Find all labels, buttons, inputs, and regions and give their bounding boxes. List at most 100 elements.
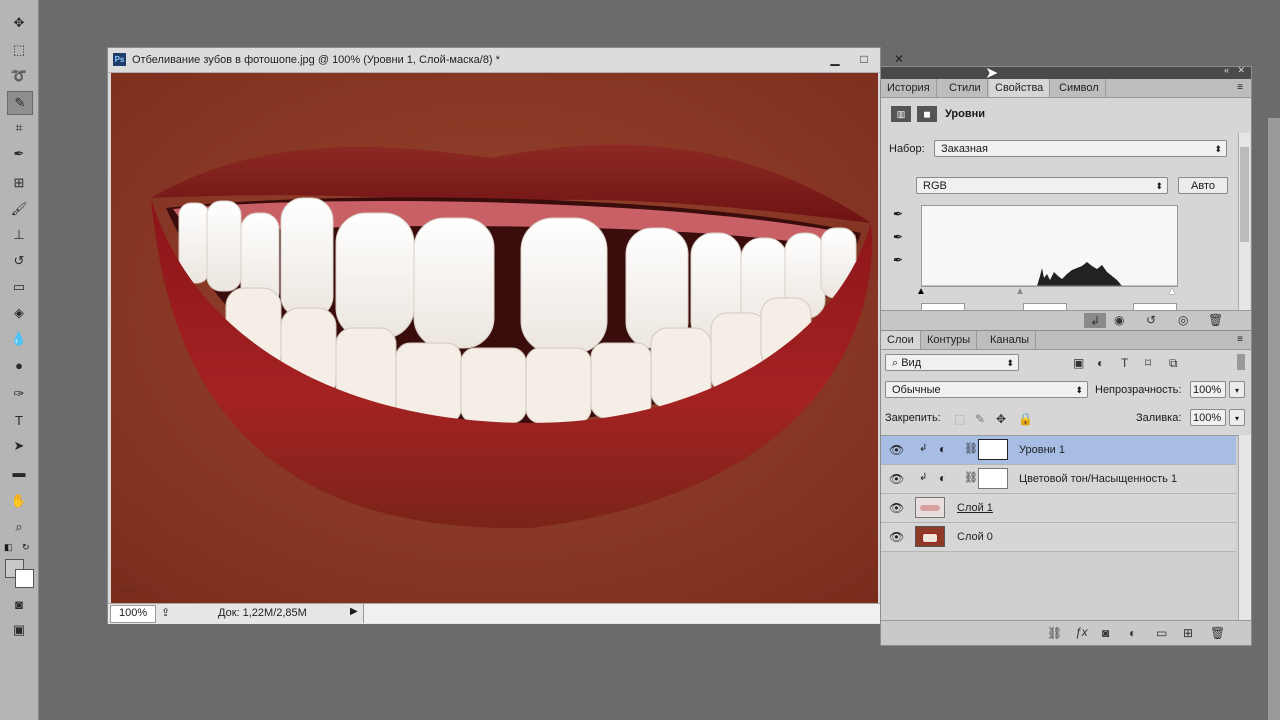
- document-title-bar[interactable]: Ps Отбеливание зубов в фотошопе.jpg @ 10…: [108, 48, 904, 73]
- link-layers-icon[interactable]: ⛓: [1047, 626, 1062, 640]
- clone-stamp-tool-icon[interactable]: ⊥: [7, 224, 31, 246]
- panel-menu-icon[interactable]: ≡: [1237, 334, 1243, 345]
- layer-mask-thumbnail[interactable]: [978, 468, 1008, 489]
- fx-icon[interactable]: ƒx: [1075, 625, 1088, 639]
- blend-mode-dropdown[interactable]: Обычные ⬍: [885, 381, 1088, 398]
- lock-position-icon[interactable]: ✥: [996, 412, 1006, 426]
- clip-to-layer-icon[interactable]: ↲: [1084, 313, 1106, 328]
- trash-icon[interactable]: 🗑: [1208, 313, 1223, 327]
- quick-selection-tool-icon[interactable]: ✎: [7, 91, 33, 115]
- filter-type-icon[interactable]: T: [1121, 356, 1128, 370]
- marquee-tool-icon[interactable]: ⬚: [7, 39, 31, 61]
- brush-tool-icon[interactable]: 🖌: [7, 198, 31, 220]
- fill-field[interactable]: 100%: [1190, 409, 1226, 426]
- visibility-eye-icon[interactable]: 👁: [889, 501, 904, 515]
- scrollbar-thumb[interactable]: [1240, 147, 1249, 242]
- properties-scrollbar[interactable]: [1238, 133, 1250, 310]
- opacity-field[interactable]: 100%: [1190, 381, 1226, 398]
- auto-button[interactable]: Авто: [1178, 177, 1228, 194]
- midtone-slider-icon[interactable]: ▲: [1015, 286, 1025, 297]
- status-menu-arrow-icon[interactable]: ▶: [350, 606, 358, 617]
- rectangle-tool-icon[interactable]: ▬: [7, 461, 31, 483]
- swap-colors-icon[interactable]: ↻: [22, 542, 30, 553]
- zoom-field[interactable]: 100%: [110, 605, 156, 623]
- type-tool-icon[interactable]: T: [7, 409, 31, 431]
- layer-row-hue-saturation[interactable]: 👁 ↲ ◐ ⛓ Цветовой тон/Насыщенность 1: [881, 465, 1236, 494]
- tab-layers[interactable]: Слои: [881, 331, 921, 349]
- filter-adjustment-icon[interactable]: ◐: [1097, 356, 1104, 370]
- eyedropper-tool-icon[interactable]: ✒: [7, 143, 31, 165]
- gray-eyedropper-icon[interactable]: ✒: [893, 230, 903, 244]
- tab-channels[interactable]: Каналы: [984, 331, 1037, 349]
- image-canvas[interactable]: cps: [111, 73, 878, 603]
- filter-toggle[interactable]: [1237, 354, 1245, 370]
- default-colors-icon[interactable]: ◧: [4, 542, 13, 553]
- layer-row-levels[interactable]: 👁 ↲ ◐ ⛓ Уровни 1: [881, 436, 1236, 465]
- hand-tool-icon[interactable]: ✋: [7, 490, 31, 512]
- eraser-tool-icon[interactable]: ▭: [7, 276, 31, 298]
- paint-bucket-tool-icon[interactable]: ◈: [7, 302, 31, 324]
- new-group-icon[interactable]: ▭: [1156, 626, 1167, 640]
- preset-dropdown[interactable]: Заказная ⬍: [934, 140, 1227, 157]
- pen-tool-icon[interactable]: ✑: [7, 383, 31, 405]
- filter-shape-icon[interactable]: ⌑: [1145, 356, 1151, 370]
- screen-mode-icon[interactable]: ▣: [7, 619, 31, 641]
- collapse-icon[interactable]: «: [1224, 65, 1229, 75]
- path-selection-tool-icon[interactable]: ➤: [7, 435, 31, 457]
- opacity-chevron-icon[interactable]: ▾: [1229, 381, 1245, 398]
- background-color-swatch[interactable]: [15, 569, 34, 588]
- panel-menu-icon[interactable]: ≡: [1237, 82, 1243, 93]
- visibility-eye-icon[interactable]: 👁: [889, 472, 904, 486]
- delete-layer-icon[interactable]: 🗑: [1210, 626, 1225, 640]
- zoom-tool-icon[interactable]: ⌕: [7, 516, 31, 538]
- view-previous-icon[interactable]: ◉: [1114, 313, 1124, 327]
- healing-brush-tool-icon[interactable]: ⊞: [7, 172, 31, 194]
- visibility-icon[interactable]: ◎: [1178, 313, 1188, 327]
- add-mask-icon[interactable]: ◙: [1102, 626, 1109, 640]
- filter-pixel-icon[interactable]: ▣: [1073, 356, 1084, 370]
- visibility-eye-icon[interactable]: 👁: [889, 443, 904, 457]
- new-adjustment-layer-icon[interactable]: ◐: [1129, 626, 1136, 640]
- fill-chevron-icon[interactable]: ▾: [1229, 409, 1245, 426]
- tab-history[interactable]: История: [881, 79, 937, 97]
- filter-smart-object-icon[interactable]: ⧉: [1169, 356, 1178, 371]
- tab-character[interactable]: Символ: [1053, 79, 1106, 97]
- lock-pixels-icon[interactable]: ✎: [975, 412, 985, 426]
- layer-row-layer1[interactable]: 👁 Слой 1: [881, 494, 1236, 523]
- layer-filter-dropdown[interactable]: ⌕ Вид ⬍: [885, 354, 1019, 371]
- black-eyedropper-icon[interactable]: ✒: [893, 207, 903, 221]
- horizontal-scrollbar[interactable]: [363, 604, 881, 623]
- maximize-button[interactable]: □: [849, 50, 879, 68]
- black-point-slider-icon[interactable]: ▲: [916, 286, 926, 297]
- white-input-field[interactable]: [1133, 303, 1177, 310]
- panel-close-icon[interactable]: ✕: [1237, 65, 1245, 76]
- chain-link-icon[interactable]: ⛓: [964, 471, 978, 484]
- black-input-field[interactable]: [921, 303, 965, 310]
- quick-mask-icon[interactable]: ◙: [7, 593, 31, 615]
- dodge-tool-icon[interactable]: ●: [7, 354, 31, 376]
- mask-icon[interactable]: ◼: [917, 106, 937, 122]
- new-layer-icon[interactable]: ⊞: [1183, 626, 1193, 640]
- panel-header-strip[interactable]: « ✕: [881, 65, 1251, 79]
- blur-tool-icon[interactable]: 💧: [7, 328, 31, 350]
- tab-paths[interactable]: Контуры: [921, 331, 978, 349]
- lock-transparent-icon[interactable]: ⬚: [954, 412, 965, 426]
- layer-row-layer0[interactable]: 👁 Слой 0: [881, 523, 1236, 552]
- crop-tool-icon[interactable]: ⌗: [7, 117, 31, 139]
- white-eyedropper-icon[interactable]: ✒: [893, 253, 903, 267]
- white-point-slider-icon[interactable]: ▲: [1167, 286, 1177, 297]
- history-brush-tool-icon[interactable]: ↺: [7, 250, 31, 272]
- move-tool-icon[interactable]: ✥: [7, 12, 31, 34]
- lasso-tool-icon[interactable]: ➰: [7, 65, 31, 87]
- tab-styles[interactable]: Стили: [943, 79, 988, 97]
- gamma-input-field[interactable]: [1023, 303, 1067, 310]
- visibility-eye-icon[interactable]: 👁: [889, 530, 904, 544]
- lock-all-icon[interactable]: 🔒: [1018, 412, 1033, 426]
- reset-icon[interactable]: ↺: [1146, 313, 1156, 327]
- layer-mask-thumbnail[interactable]: [978, 439, 1008, 460]
- levels-adjustment-icon[interactable]: ▥: [891, 106, 911, 122]
- layers-scrollbar[interactable]: [1238, 435, 1251, 620]
- share-icon[interactable]: ⇪: [161, 606, 170, 619]
- channel-dropdown[interactable]: RGB ⬍: [916, 177, 1168, 194]
- minimize-button[interactable]: ▁: [820, 50, 850, 68]
